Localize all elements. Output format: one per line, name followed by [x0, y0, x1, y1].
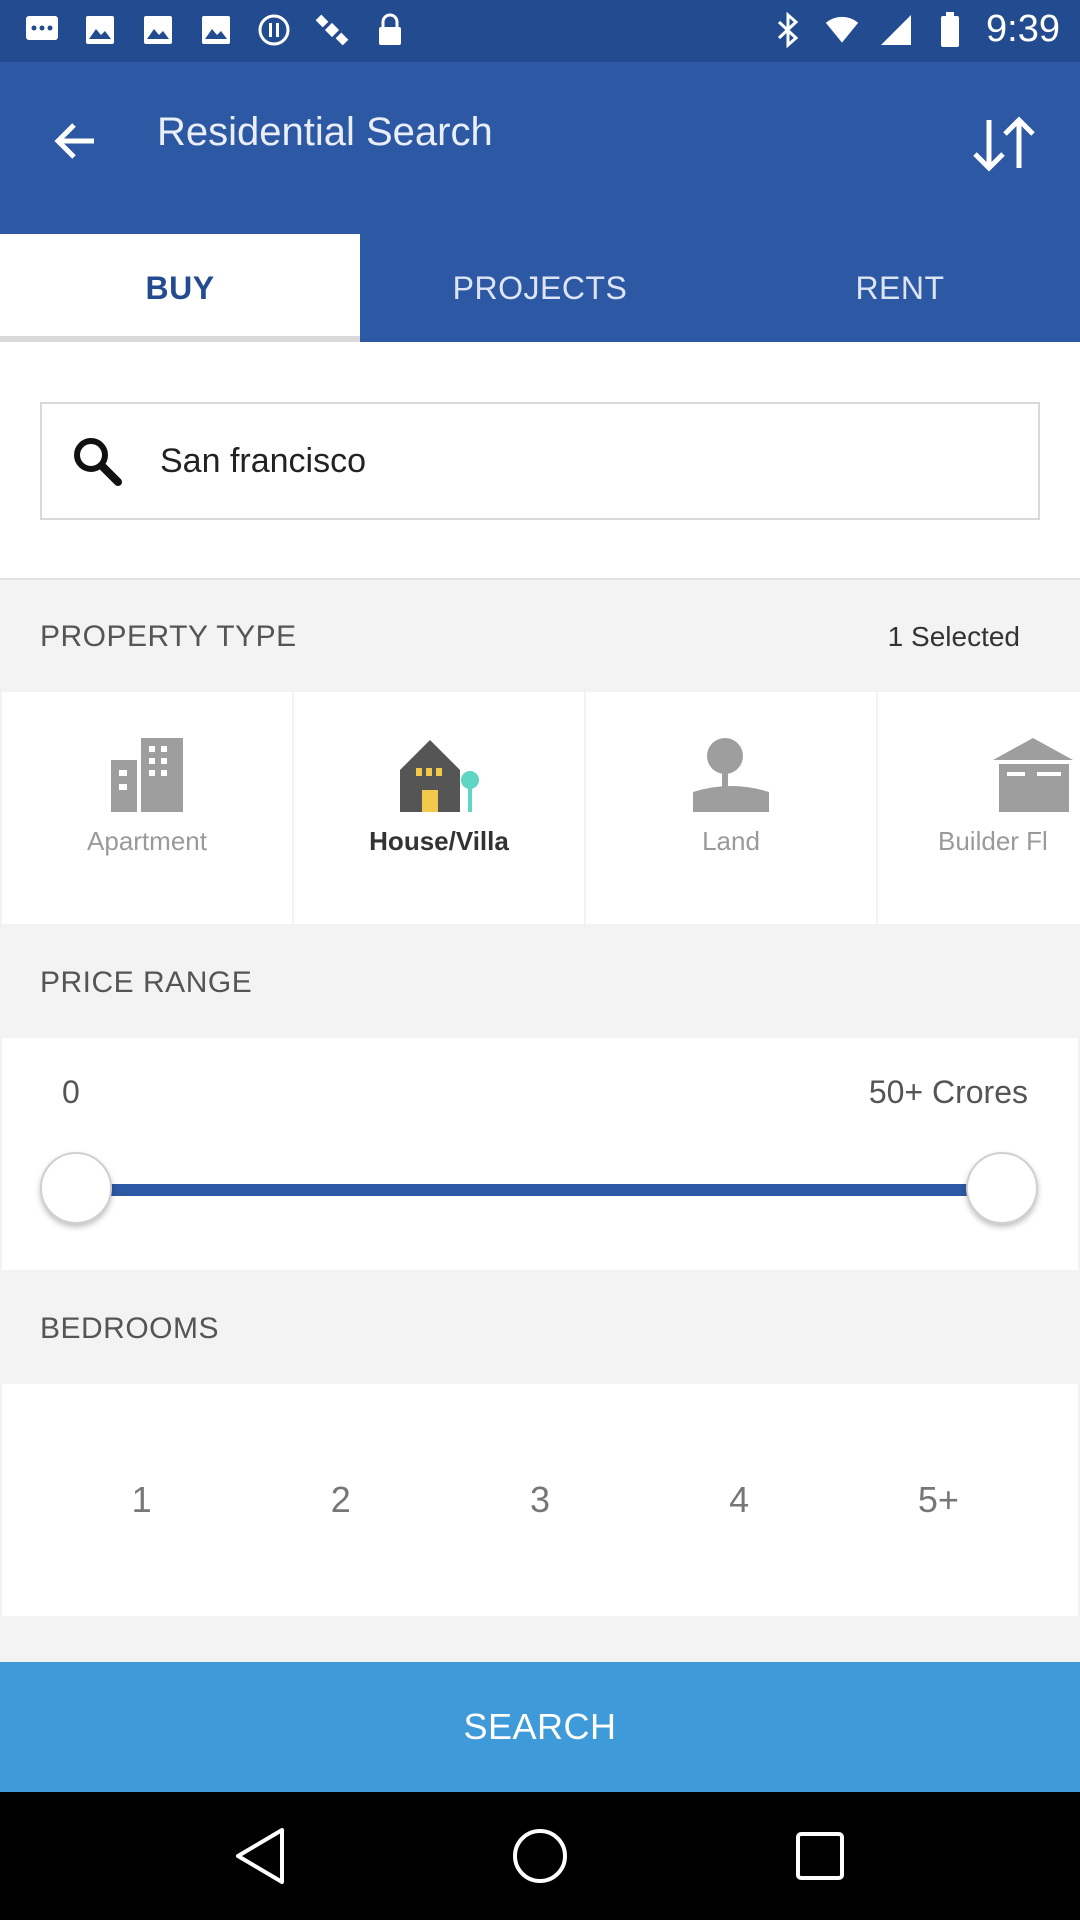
property-option-apartment[interactable]: Apartment: [2, 692, 292, 924]
price-range-panel: 0 50+ Crores: [2, 1038, 1078, 1270]
apartment-icon: [102, 730, 192, 818]
bedroom-option-4[interactable]: 4: [679, 1479, 799, 1521]
nav-home-button[interactable]: [500, 1816, 580, 1896]
media-icon: [256, 12, 292, 48]
wifi-icon: [824, 12, 860, 48]
search-icon: [52, 404, 142, 518]
tab-rent[interactable]: RENT: [720, 234, 1080, 342]
price-slider-min-thumb[interactable]: [40, 1152, 112, 1224]
property-option-label: Apartment: [87, 826, 207, 856]
price-slider-max-thumb[interactable]: [966, 1152, 1038, 1224]
system-nav-bar: [0, 1792, 1080, 1920]
tab-projects[interactable]: PROJECTS: [360, 234, 720, 342]
image-icon: [198, 12, 234, 48]
messages-icon: [24, 12, 60, 48]
price-range-header: PRICE RANGE: [0, 928, 1080, 1038]
bedroom-option-1[interactable]: 1: [82, 1479, 202, 1521]
bedrooms-panel: 1 2 3 4 5+: [2, 1384, 1078, 1616]
status-bar: 9:39: [0, 0, 1080, 62]
search-button[interactable]: SEARCH: [0, 1662, 1080, 1792]
property-option-label: Builder Fl: [938, 826, 1048, 856]
price-min-label: 0: [62, 1074, 80, 1110]
bedroom-option-3[interactable]: 3: [480, 1479, 600, 1521]
land-icon: [686, 730, 776, 818]
page-title: Residential Search: [157, 110, 493, 154]
lock-icon: [372, 12, 408, 48]
sort-button[interactable]: [964, 104, 1044, 184]
bedroom-option-5-plus[interactable]: 5+: [878, 1479, 998, 1521]
satellite-icon: [314, 12, 350, 48]
search-input[interactable]: [160, 441, 1020, 481]
property-option-land[interactable]: Land: [586, 692, 876, 924]
search-area: [0, 342, 1080, 580]
image-icon: [140, 12, 176, 48]
price-slider-track[interactable]: [74, 1184, 1006, 1196]
nav-recents-button[interactable]: [780, 1816, 860, 1896]
status-time: 9:39: [986, 8, 1060, 50]
property-option-house-villa[interactable]: House/Villa: [294, 692, 584, 924]
battery-icon: [932, 11, 968, 48]
triangle-back-icon: [236, 1828, 284, 1884]
bluetooth-icon: [770, 11, 806, 48]
price-range-title: PRICE RANGE: [40, 966, 253, 999]
circle-home-icon: [513, 1829, 567, 1883]
property-type-title: PROPERTY TYPE: [40, 620, 297, 653]
property-type-header: PROPERTY TYPE 1 Selected: [0, 582, 1080, 692]
selected-count: 1 Selected: [887, 621, 1020, 652]
property-option-builder-floor[interactable]: Builder Fl: [878, 692, 1080, 924]
tab-buy[interactable]: BUY: [0, 234, 360, 342]
back-button[interactable]: [40, 107, 108, 175]
tab-bar: BUY PROJECTS RENT: [0, 234, 1080, 342]
property-option-label: House/Villa: [369, 826, 509, 856]
bedrooms-title: BEDROOMS: [40, 1312, 220, 1345]
bedroom-option-2[interactable]: 2: [281, 1479, 401, 1521]
image-icon: [82, 12, 118, 48]
sort-arrows-icon: [973, 116, 1035, 172]
house-icon: [394, 730, 484, 818]
property-option-label: Land: [702, 826, 760, 856]
builder-floor-icon: [988, 730, 1078, 818]
nav-back-button[interactable]: [220, 1816, 300, 1896]
arrow-left-icon: [54, 123, 94, 159]
signal-icon: [878, 12, 914, 48]
app-bar: Residential Search BUY PROJECTS RENT: [0, 62, 1080, 342]
bedrooms-header: BEDROOMS: [0, 1274, 1080, 1384]
property-type-list: Apartment House/Villa Land Builder Fl: [0, 692, 1080, 924]
status-right-icons: 9:39: [770, 8, 1060, 51]
status-left-icons: [24, 12, 408, 48]
square-recents-icon: [796, 1832, 844, 1880]
search-box[interactable]: [40, 402, 1040, 520]
price-max-label: 50+ Crores: [868, 1074, 1028, 1110]
